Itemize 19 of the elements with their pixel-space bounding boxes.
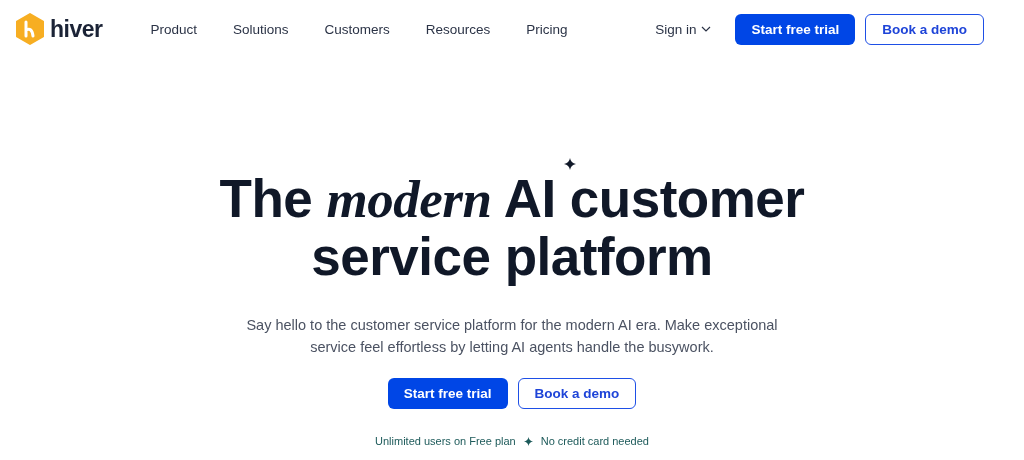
chevron-down-icon (701, 26, 712, 32)
nav-link[interactable]: Pricing (526, 21, 568, 37)
book-demo-button[interactable]: Book a demo (517, 378, 637, 409)
logo-text[interactable]: hiver (50, 15, 103, 43)
sign-in-link[interactable]: Sign in (655, 21, 712, 37)
start-free-trial-button[interactable]: Start free trial (387, 378, 508, 409)
sparkle-icon (564, 158, 576, 170)
sparkle-icon (523, 436, 533, 446)
book-demo-button[interactable]: Book a demo (865, 13, 984, 45)
note-text: Unlimited users on Free plan (375, 435, 516, 447)
hero-headline: The modern AI customer service platform (218, 170, 806, 286)
start-free-trial-button[interactable]: Start free trial (735, 13, 856, 45)
hero-subtitle: Say hello to the customer service platform for the modern AI era. Make exceptional service feel effortless by letting AI agents handle the busywork. (245, 316, 779, 357)
nav-link[interactable]: Product (150, 21, 197, 37)
nav-link[interactable]: Solutions (233, 21, 289, 37)
nav-link[interactable]: Customers (324, 21, 390, 37)
logo-icon (15, 13, 45, 45)
note-text: No credit card needed (540, 435, 649, 447)
nav-link[interactable]: Resources (425, 21, 491, 37)
